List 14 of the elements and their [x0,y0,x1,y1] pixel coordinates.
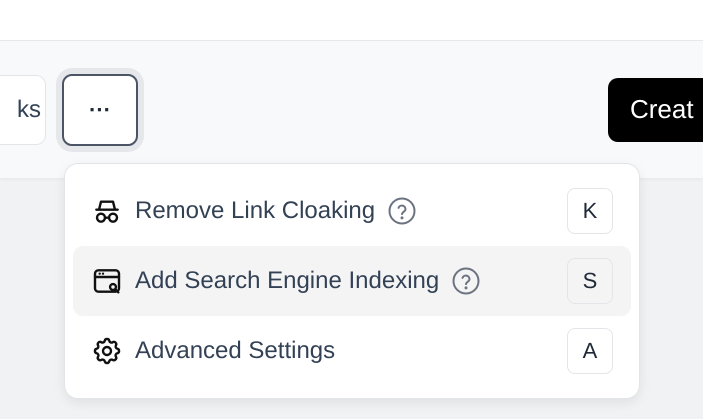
shortcut-key: K [567,188,613,234]
toolbar-button[interactable]: ks [0,74,46,144]
menu-item-label: Add Search Engine Indexing [135,267,440,295]
menu-item[interactable]: Remove Link Cloaking K [73,176,631,246]
help-icon[interactable] [387,196,418,226]
shortcut-key: A [567,328,613,374]
menu-item[interactable]: Add Search Engine Indexing S [73,246,631,316]
menu-item-label: Remove Link Cloaking [135,197,376,225]
create-button[interactable]: Creat [608,78,703,142]
help-icon[interactable] [451,266,482,296]
menu-item-label: Advanced Settings [135,337,336,365]
shortcut-key: S [567,258,613,304]
gear-icon [91,335,123,367]
menu-item[interactable]: Advanced Settings A [73,316,631,386]
